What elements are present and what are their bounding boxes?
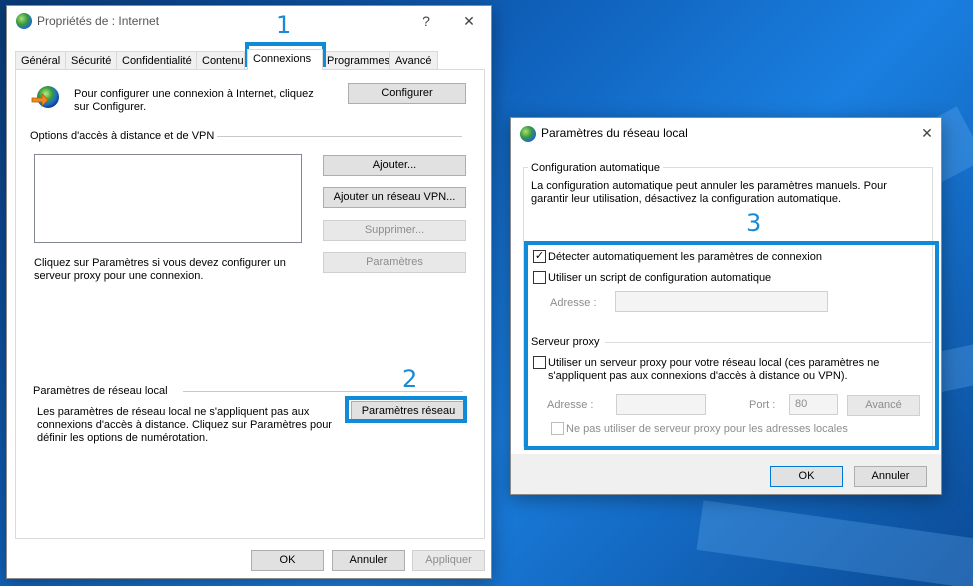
annotation-number-1: 1 [276,11,292,39]
help-button[interactable]: ? [411,10,441,32]
lan-text-line-3: définir les options de numérotation. [37,432,209,444]
bypass-local-label[interactable]: Ne pas utiliser de serveur proxy pour le… [566,423,848,436]
add-vpn-button[interactable]: Ajouter un réseau VPN... [323,187,466,208]
window-title: Propriétés de : Internet [37,14,160,28]
dialog-title-bar: Paramètres du réseau local ✕ [511,118,941,148]
annotation-number-3: 3 [746,209,762,237]
proxy-hint-line-1: Cliquez sur Paramètres si vous devez con… [34,257,286,269]
tab-privacy[interactable]: Confidentialité [116,51,198,70]
lan-settings-dialog: Paramètres du réseau local ✕ Configurati… [510,117,942,495]
lan-section-label: Paramètres de réseau local [33,385,168,397]
tab-programs[interactable]: Programmes [321,51,396,70]
bypass-local-checkbox[interactable] [551,422,564,435]
advanced-button[interactable]: Avancé [847,395,920,416]
add-button[interactable]: Ajouter... [323,155,466,176]
network-globe-icon [520,126,536,142]
internet-globe-icon [16,13,32,29]
connections-list[interactable] [34,154,302,243]
settings-button[interactable]: Paramètres [323,252,466,273]
proxy-hint-line-2: serveur proxy pour une connexion. [34,270,204,282]
auto-config-text-2: garantir leur utilisation, désactivez la… [531,193,842,205]
script-address-input[interactable] [615,291,828,312]
setup-text-line-1: Pour configurer une connexion à Internet… [74,88,314,100]
internet-properties-window: Propriétés de : Internet ? ✕ Général Séc… [6,5,492,579]
vpn-separator [217,136,462,137]
tab-general[interactable]: Général [15,51,67,70]
proxy-group-label: Serveur proxy [531,336,600,348]
use-proxy-checkbox[interactable] [533,356,546,369]
lan-settings-button[interactable]: Paramètres réseau [351,401,466,422]
port-label: Port : [749,399,776,411]
port-input[interactable]: 80 [789,394,838,415]
vpn-section-label: Options d'accès à distance et de VPN [30,130,215,142]
tab-security[interactable]: Sécurité [65,51,118,70]
ok-button[interactable]: OK [251,550,324,571]
proxy-address-input[interactable] [616,394,706,415]
cancel-button[interactable]: Annuler [332,550,405,571]
proxy-separator [605,342,931,343]
auto-config-group-label: Configuration automatique [528,162,664,175]
dialog-cancel-button[interactable]: Annuler [854,466,927,487]
tab-advanced[interactable]: Avancé [389,51,438,70]
connection-wizard-icon [30,85,60,111]
dialog-close-button[interactable]: ✕ [912,122,942,144]
annotation-number-2: 2 [402,365,418,393]
auto-config-text-1: La configuration automatique peut annule… [531,180,887,192]
title-bar: Propriétés de : Internet ? ✕ [7,6,491,36]
dialog-ok-button[interactable]: OK [770,466,843,487]
apply-button[interactable]: Appliquer [412,550,485,571]
detect-settings-checkbox[interactable]: ✓ [533,250,546,263]
auto-script-label[interactable]: Utiliser un script de configuration auto… [548,272,771,285]
lan-text-line-2: connexions d'accès à distance. Cliquez s… [37,419,332,431]
dialog-title: Paramètres du réseau local [541,126,688,140]
lan-text-line-1: Les paramètres de réseau local ne s'appl… [37,406,310,418]
configure-button[interactable]: Configurer [348,83,466,104]
close-button[interactable]: ✕ [454,10,484,32]
setup-text-line-2: sur Configurer. [74,101,147,113]
use-proxy-label-2: s'appliquent pas aux connexions d'accès … [548,370,848,382]
tab-content[interactable]: Contenu [196,51,245,70]
script-address-label: Adresse : [550,297,597,309]
remove-button[interactable]: Supprimer... [323,220,466,241]
tab-connections[interactable]: Connexions [247,49,323,70]
lan-separator [183,391,463,392]
auto-script-checkbox[interactable] [533,271,546,284]
proxy-address-label: Adresse : [547,399,594,411]
detect-settings-label[interactable]: Détecter automatiquement les paramètres … [548,251,822,264]
use-proxy-label-1[interactable]: Utiliser un serveur proxy pour votre rés… [548,357,879,370]
